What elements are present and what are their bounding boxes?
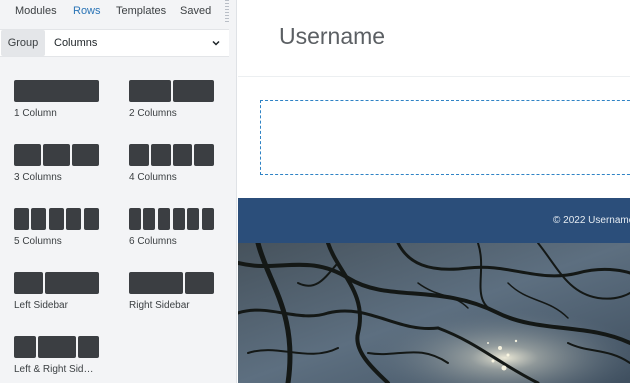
row-drop-zone[interactable] xyxy=(260,100,630,175)
layout-label: 4 Columns xyxy=(129,172,177,183)
group-filter-bar: Group Columns xyxy=(0,29,229,57)
panel-drag-handle[interactable] xyxy=(225,0,229,22)
tree-branches-photo xyxy=(238,243,630,383)
layout-thumbnail xyxy=(14,80,99,102)
layout-thumbnail xyxy=(14,208,99,230)
group-button[interactable]: Group xyxy=(1,30,45,56)
group-select[interactable]: Columns xyxy=(46,30,229,56)
page-preview: Username © 2022 Username xyxy=(238,0,630,383)
layout-label: 5 Columns xyxy=(14,236,62,247)
layout-label: Left & Right Sid… xyxy=(14,364,94,375)
header-divider xyxy=(238,76,630,77)
tab-rows[interactable]: Rows xyxy=(73,5,101,17)
layout-thumbnail xyxy=(129,272,214,294)
layout-label: Right Sidebar xyxy=(129,300,190,311)
footer-copyright: © 2022 Username xyxy=(553,215,630,226)
panel-tabs: Modules Rows Templates Saved xyxy=(0,0,237,24)
layout-thumbnail xyxy=(129,144,214,166)
group-select-value: Columns xyxy=(54,37,98,49)
layout-thumbnail xyxy=(129,208,214,230)
layout-label: 3 Columns xyxy=(14,172,62,183)
layout-thumbnail xyxy=(129,80,214,102)
layout-thumbnail xyxy=(14,144,99,166)
row-layouts-panel: Modules Rows Templates Saved Group Colum… xyxy=(0,0,237,383)
site-footer: © 2022 Username xyxy=(238,198,630,243)
layout-label: 1 Column xyxy=(14,108,57,119)
layout-label: 2 Columns xyxy=(129,108,177,119)
tab-templates[interactable]: Templates xyxy=(116,5,166,17)
tab-modules[interactable]: Modules xyxy=(15,5,57,17)
tab-saved[interactable]: Saved xyxy=(180,5,211,17)
site-title[interactable]: Username xyxy=(279,23,385,50)
layout-label: 6 Columns xyxy=(129,236,177,247)
layout-label: Left Sidebar xyxy=(14,300,68,311)
chevron-down-icon xyxy=(212,40,220,46)
layout-thumbnail xyxy=(14,272,99,294)
layout-thumbnail xyxy=(14,336,99,358)
